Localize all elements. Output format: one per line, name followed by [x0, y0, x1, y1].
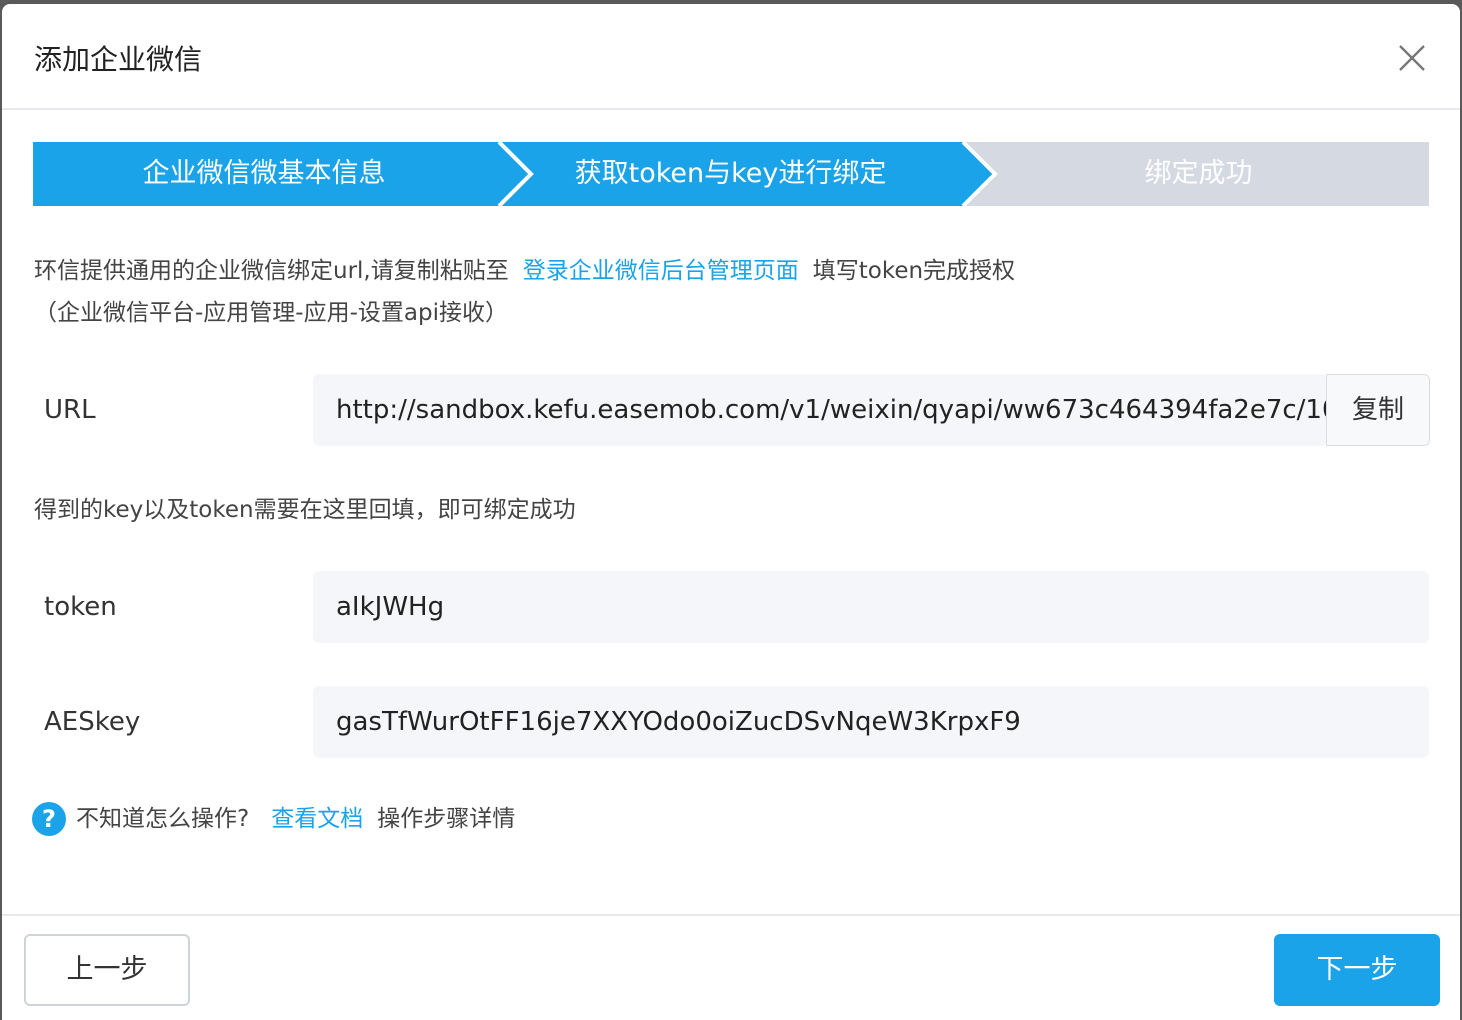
previous-step-button[interactable]: 上一步	[24, 934, 190, 1006]
view-docs-link[interactable]: 查看文档	[271, 801, 363, 837]
copy-url-button[interactable]: 复制	[1326, 374, 1430, 446]
url-label: URL	[44, 395, 96, 425]
instruction-text: 环信提供通用的企业微信绑定url,请复制粘贴至 登录企业微信后台管理页面 填写tok…	[34, 250, 1015, 334]
help-suffix: 操作步骤详情	[377, 806, 516, 832]
aeskey-field[interactable]: gasTfWurOtFF16je7XXYOdo0oiZucDSvNqeW3Krp…	[313, 686, 1429, 758]
token-label: token	[44, 592, 117, 622]
fill-back-hint: 得到的key以及token需要在这里回填，即可绑定成功	[34, 497, 576, 523]
dialog-footer: 上一步 下一步	[2, 914, 1460, 1020]
step-2-label: 获取token与key进行绑定	[574, 158, 887, 189]
aeskey-label: AESkey	[44, 707, 141, 737]
url-field[interactable]: http://sandbox.kefu.easemob.com/v1/weixi…	[313, 374, 1327, 446]
step-progress: 企业微信微基本信息 获取token与key进行绑定 绑定成功	[33, 142, 1429, 206]
help-prefix: 不知道怎么操作?	[76, 806, 250, 832]
next-step-button[interactable]: 下一步	[1274, 934, 1440, 1006]
question-circle-icon: ?	[32, 802, 66, 836]
instruction-suffix: 填写token完成授权	[812, 258, 1016, 284]
help-row: ? 不知道怎么操作? 查看文档 操作步骤详情	[32, 801, 515, 837]
instruction-path: （企业微信平台-应用管理-应用-设置api接收）	[34, 300, 508, 326]
add-wecom-dialog: 添加企业微信 企业微信微基本信息 获取token与key进行绑定 绑定成功 环信…	[2, 4, 1460, 1020]
token-field[interactable]: aIkJWHg	[313, 571, 1429, 643]
dialog-title: 添加企业微信	[34, 43, 203, 76]
instruction-prefix: 环信提供通用的企业微信绑定url,请复制粘贴至	[34, 258, 509, 284]
step-1-label: 企业微信微基本信息	[142, 158, 386, 189]
close-icon	[1399, 45, 1425, 71]
dialog-header: 添加企业微信	[2, 4, 1460, 110]
wecom-admin-link[interactable]: 登录企业微信后台管理页面	[523, 258, 799, 284]
close-button[interactable]	[1394, 40, 1430, 76]
step-3-label: 绑定成功	[1144, 158, 1253, 189]
